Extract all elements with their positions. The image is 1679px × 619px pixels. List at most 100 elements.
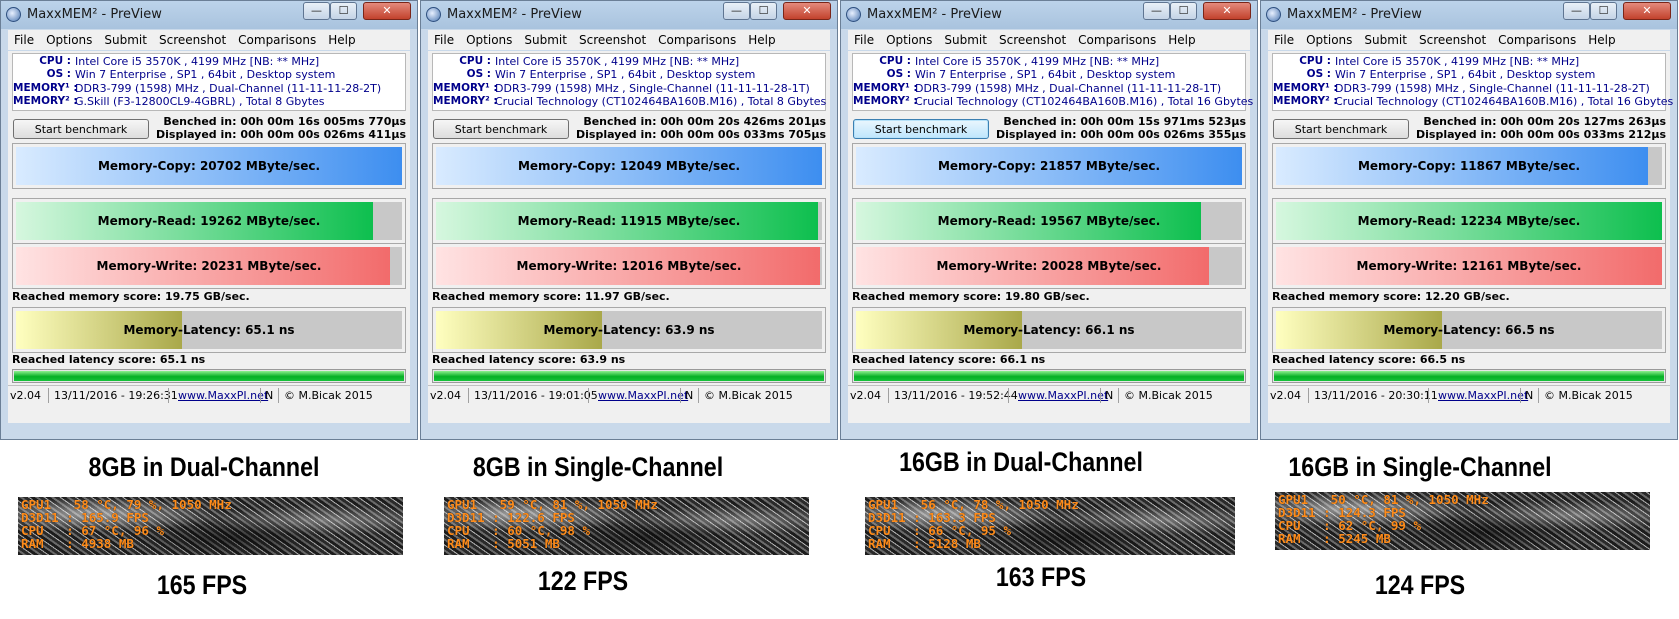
menu-item-file[interactable]: File [428,30,460,50]
menu-item-comparisons[interactable]: Comparisons [1072,30,1162,50]
status-bar: v2.04 13/11/2016 - 19:01:05 www.MaxxPI.net… [428,385,830,405]
latency-score: Reached latency score: 66.1 ns [852,353,1046,366]
menu-item-comparisons[interactable]: Comparisons [232,30,322,50]
benched-time: Benched in: 00h 00m 15s 971ms 523µs [1003,115,1246,128]
title-bar[interactable]: MaxxMEM² - PreView — ☐ ✕ [1261,1,1677,29]
osd-line: RAM : 5245 MB [1278,531,1391,546]
memory-read-bar-label: Memory-Read: 19262 MByte/sec. [97,214,321,228]
memory-write-bar-track: Memory-Write: 20028 MByte/sec. [856,247,1242,285]
menu-item-options[interactable]: Options [40,30,98,50]
maximize-button[interactable]: ☐ [750,2,777,20]
menu-item-options[interactable]: Options [460,30,518,50]
menu-item-screenshot[interactable]: Screenshot [1413,30,1492,50]
title-bar[interactable]: MaxxMEM² - PreView — ☐ ✕ [841,1,1257,29]
menu-item-comparisons[interactable]: Comparisons [652,30,742,50]
menu-item-screenshot[interactable]: Screenshot [993,30,1072,50]
title-bar[interactable]: MaxxMEM² - PreView — ☐ ✕ [1,1,417,29]
memory-score: Reached memory score: 11.97 GB/sec. [432,290,670,303]
status-separator [168,388,169,403]
minimize-button[interactable]: — [1563,2,1590,20]
close-button[interactable]: ✕ [783,2,831,20]
memory-latency-bar-label: Memory-Latency: 63.9 ns [543,323,715,337]
config-caption: 16GB in Single-Channel [1288,452,1552,482]
maxxmem-window: MaxxMEM² - PreView — ☐ ✕ File Options Submit Sc… [0,0,418,440]
menu-item-submit[interactable]: Submit [938,30,993,50]
maxxmem-window: MaxxMEM² - PreView — ☐ ✕ File Options Submit Sc… [420,0,838,440]
start-benchmark-button[interactable]: Start benchmark [853,119,989,139]
menu-item-screenshot[interactable]: Screenshot [573,30,652,50]
start-benchmark-button[interactable]: Start benchmark [1273,119,1409,139]
close-button[interactable]: ✕ [1623,2,1671,20]
start-benchmark-button[interactable]: Start benchmark [433,119,569,139]
menu-item-file[interactable]: File [1268,30,1300,50]
maxxmem-window: MaxxMEM² - PreView — ☐ ✕ File Options Submit Sc… [1260,0,1678,440]
client-area: CPU : Intel Core i5 3570K , 4199 MHz [NB:… [8,51,410,423]
menu-item-submit[interactable]: Submit [1358,30,1413,50]
memory-latency-bar-label: Memory-Latency: 66.1 ns [963,323,1135,337]
menu-item-screenshot[interactable]: Screenshot [153,30,232,50]
minimize-button[interactable]: — [1143,2,1170,20]
start-benchmark-button[interactable]: Start benchmark [13,119,149,139]
minimize-button[interactable]: — [723,2,750,20]
cpu-info-row: CPU : Intel Core i5 3570K , 4199 MHz [NB:… [853,55,1245,68]
cpu-info-label: CPU : [1299,55,1331,67]
title-bar[interactable]: MaxxMEM² - PreView — ☐ ✕ [421,1,837,29]
status-link[interactable]: www.MaxxPI.net [178,386,268,405]
benchmark-progress-fill [1274,371,1664,381]
memory-score: Reached memory score: 12.20 GB/sec. [1272,290,1510,303]
menu-item-help[interactable]: Help [1162,30,1201,50]
minimize-button[interactable]: — [303,2,330,20]
memory2-info-value: Crucial Technology (CT102464BA160B.M16) … [1335,94,1674,108]
menu-item-submit[interactable]: Submit [518,30,573,50]
status-n: N [1525,389,1534,402]
memory-write-bar-track: Memory-Write: 12016 MByte/sec. [436,247,822,285]
memory1-info-label: MEMORY¹ : [433,81,498,94]
memory-copy-bar-panel: Memory-Copy: 12049 MByte/sec. [432,143,826,189]
menu-item-file[interactable]: File [8,30,40,50]
fps-result: 124 FPS [1374,570,1466,600]
menu-item-options[interactable]: Options [1300,30,1358,50]
memory-copy-bar-track: Memory-Copy: 21857 MByte/sec. [856,147,1242,185]
menu-item-comparisons[interactable]: Comparisons [1492,30,1582,50]
memory-read-bar-panel: Memory-Read: 19567 MByte/sec. [852,198,1246,244]
close-button[interactable]: ✕ [1203,2,1251,20]
status-copyright: © M.Bicak 2015 [1124,389,1213,402]
fps-overlay-capture: GPU1 56 °C, 78 %, 1050 MHz D3D11 : 163.3 … [865,497,1235,555]
fps-overlay-capture: GPU1 50 °C, 81 %, 1050 MHz D3D11 : 124.3 … [1275,492,1650,550]
maximize-button[interactable]: ☐ [1590,2,1617,20]
status-n: N [1105,389,1114,402]
benchmark-progress-fill [14,371,404,381]
os-info-value: Win 7 Enterprise , SP1 , 64bit , Desktop… [495,68,756,82]
status-date: 13/11/2016 - 19:26:31 [54,389,178,402]
status-link[interactable]: www.MaxxPI.net [598,386,688,405]
maximize-button[interactable]: ☐ [330,2,357,20]
menu-bar: File Options Submit Screenshot Comparisons He… [848,30,1250,50]
status-link[interactable]: www.MaxxPI.net [1438,386,1528,405]
window-title: MaxxMEM² - PreView [27,7,162,22]
memory-score: Reached memory score: 19.75 GB/sec. [12,290,250,303]
menu-item-help[interactable]: Help [1582,30,1621,50]
status-version: v2.04 [1270,389,1302,402]
benchmark-progress-bar [1272,369,1666,383]
menu-item-help[interactable]: Help [742,30,781,50]
maxxmem-window: MaxxMEM² - PreView — ☐ ✕ File Options Submit Sc… [840,0,1258,440]
memory-read-bar-track: Memory-Read: 12234 MByte/sec. [1276,202,1662,240]
menu-item-help[interactable]: Help [322,30,361,50]
memory-copy-bar-panel: Memory-Copy: 11867 MByte/sec. [1272,143,1666,189]
maximize-button[interactable]: ☐ [1170,2,1197,20]
status-link[interactable]: www.MaxxPI.net [1018,386,1108,405]
memory1-info-row: MEMORY¹ : DDR3-799 (1598) MHz , Dual-Chan… [853,82,1245,95]
config-caption: 16GB in Dual-Channel [899,447,1143,477]
os-info-value: Win 7 Enterprise , SP1 , 64bit , Desktop… [915,68,1176,82]
menu-item-options[interactable]: Options [880,30,938,50]
close-button[interactable]: ✕ [363,2,411,20]
latency-score: Reached latency score: 65.1 ns [12,353,206,366]
app-icon [846,7,861,22]
menu-item-submit[interactable]: Submit [98,30,153,50]
memory-write-bar-panel: Memory-Write: 12161 MByte/sec. [1272,243,1666,289]
menu-item-file[interactable]: File [848,30,880,50]
memory2-info-row: MEMORY² : Crucial Technology (CT102464BA1… [433,95,826,108]
app-icon [1266,7,1281,22]
status-separator [888,388,889,403]
status-separator [1428,388,1429,403]
